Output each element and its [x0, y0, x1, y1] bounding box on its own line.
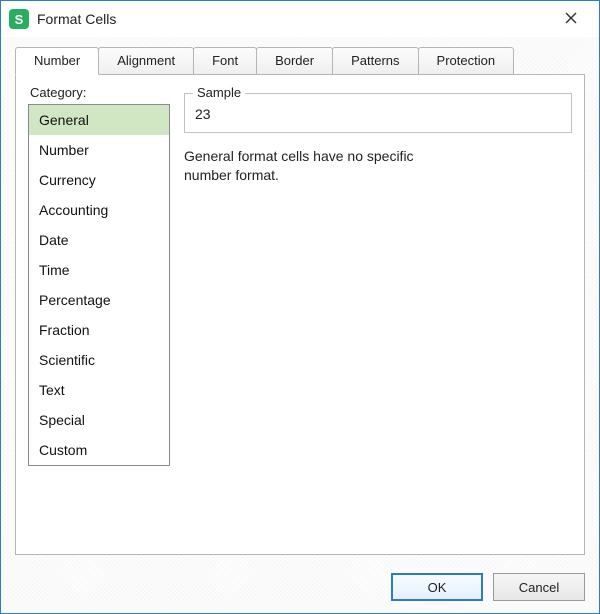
list-item-label: Percentage	[39, 292, 111, 308]
cancel-button[interactable]: Cancel	[493, 573, 585, 601]
category-description: General format cells have no specific nu…	[184, 147, 464, 185]
category-item-number[interactable]: Number	[29, 135, 169, 165]
close-button[interactable]	[553, 5, 589, 33]
tab-label: Alignment	[117, 53, 175, 68]
close-icon	[565, 12, 577, 27]
tab-panel-inner: Category: General Number Currency Accoun…	[28, 83, 572, 542]
list-item-label: Scientific	[39, 352, 95, 368]
list-item-label: Fraction	[39, 322, 90, 338]
category-item-currency[interactable]: Currency	[29, 165, 169, 195]
tab-label: Font	[212, 53, 238, 68]
list-item-label: Text	[39, 382, 65, 398]
ok-button[interactable]: OK	[391, 573, 483, 601]
sample-group: Sample 23	[184, 93, 572, 133]
button-label: Cancel	[519, 580, 559, 595]
tab-label: Protection	[437, 53, 496, 68]
category-item-percentage[interactable]: Percentage	[29, 285, 169, 315]
category-item-time[interactable]: Time	[29, 255, 169, 285]
list-item-label: Custom	[39, 442, 87, 458]
tab-patterns[interactable]: Patterns	[332, 47, 418, 75]
category-listbox[interactable]: General Number Currency Accounting Date	[28, 104, 170, 466]
tab-label: Patterns	[351, 53, 399, 68]
sample-label: Sample	[193, 85, 245, 100]
tab-font[interactable]: Font	[193, 47, 257, 75]
list-item-label: Number	[39, 142, 89, 158]
category-item-general[interactable]: General	[29, 105, 169, 135]
list-item-label: Currency	[39, 172, 96, 188]
format-cells-dialog: S Format Cells Number Alignment Font Bor…	[0, 0, 600, 614]
category-label: Category:	[28, 83, 170, 104]
category-item-text[interactable]: Text	[29, 375, 169, 405]
app-icon-letter: S	[15, 12, 24, 27]
app-icon: S	[9, 9, 29, 29]
tab-label: Number	[34, 53, 80, 68]
list-item-label: Date	[39, 232, 69, 248]
list-item-label: Accounting	[39, 202, 108, 218]
dialog-buttons: OK Cancel	[391, 573, 585, 601]
category-item-date[interactable]: Date	[29, 225, 169, 255]
category-item-fraction[interactable]: Fraction	[29, 315, 169, 345]
tab-strip: Number Alignment Font Border Patterns Pr…	[1, 37, 599, 75]
title-bar: S Format Cells	[1, 1, 599, 37]
tab-label: Border	[275, 53, 314, 68]
category-item-special[interactable]: Special	[29, 405, 169, 435]
category-item-scientific[interactable]: Scientific	[29, 345, 169, 375]
category-column: Category: General Number Currency Accoun…	[28, 83, 170, 542]
sample-value: 23	[195, 106, 561, 122]
list-item-label: General	[39, 112, 89, 128]
dialog-title: Format Cells	[37, 11, 116, 27]
button-label: OK	[428, 580, 447, 595]
tab-border[interactable]: Border	[256, 47, 333, 75]
tab-panel-number: Category: General Number Currency Accoun…	[15, 75, 585, 555]
detail-column: Sample 23 General format cells have no s…	[170, 83, 572, 542]
list-item-label: Time	[39, 262, 70, 278]
tab-alignment[interactable]: Alignment	[98, 47, 194, 75]
tab-protection[interactable]: Protection	[418, 47, 515, 75]
category-item-custom[interactable]: Custom	[29, 435, 169, 465]
tab-number[interactable]: Number	[15, 47, 99, 75]
category-item-accounting[interactable]: Accounting	[29, 195, 169, 225]
list-item-label: Special	[39, 412, 85, 428]
